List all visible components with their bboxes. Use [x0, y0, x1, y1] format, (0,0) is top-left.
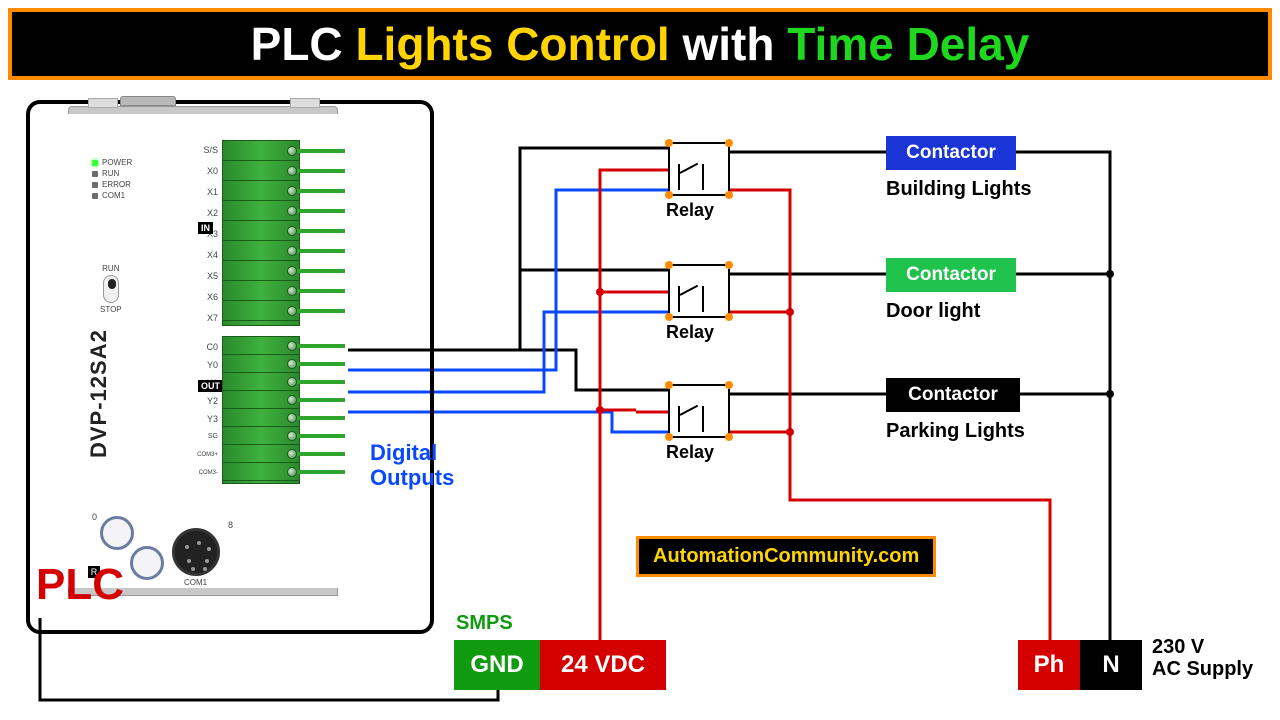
relay-2-label: Relay [666, 322, 714, 343]
port-num-8: 8 [228, 520, 233, 530]
title-part-with: with [683, 18, 788, 70]
plc-model-label: DVP-12SA2 [86, 329, 112, 458]
relay-1-label: Relay [666, 200, 714, 221]
relay-1 [668, 142, 730, 196]
vdc-box: 24 VDC [540, 640, 666, 690]
title-part-delay: Time Delay [787, 18, 1029, 70]
in-tag: IN [198, 222, 213, 234]
title-part-lights: Lights Control [355, 18, 682, 70]
contactor-parking-label: Parking Lights [886, 420, 1025, 443]
phase-box: Ph [1018, 640, 1080, 690]
plc-com1-port [172, 528, 220, 576]
input-terminal-labels: S/SX0X1X2X3X4X5X6X7 [192, 140, 218, 329]
gnd-box: GND [454, 640, 540, 690]
plc-big-label: PLC [36, 560, 124, 610]
plc-port-left [100, 516, 134, 550]
relay-3 [668, 384, 730, 438]
rail-slot [88, 98, 118, 108]
contactor-door-label: Door light [886, 300, 980, 323]
relay-3-label: Relay [666, 442, 714, 463]
contactor-door: Contactor [886, 258, 1016, 292]
out-tag: OUT [198, 380, 223, 392]
output-terminal-block [222, 336, 300, 484]
plc-port-mid [130, 546, 164, 580]
contactor-building-label: Building Lights [886, 178, 1032, 201]
plc-top-cap [120, 96, 176, 106]
led-run: RUN [102, 169, 119, 178]
smps-label: SMPS [456, 612, 513, 635]
title-text: PLC Lights Control with Time Delay [251, 17, 1030, 71]
led-power: POWER [102, 158, 132, 167]
neutral-box: N [1080, 640, 1142, 690]
switch-run-label: RUN [100, 264, 122, 273]
contactor-parking: Contactor [886, 378, 1020, 412]
digital-outputs-label: Digital Outputs [370, 440, 454, 491]
switch-stop-label: STOP [100, 305, 122, 314]
ac-supply-label: 230 V AC Supply [1152, 636, 1253, 680]
port-num-0: 0 [92, 512, 97, 522]
relay-2 [668, 264, 730, 318]
rail-slot [290, 98, 320, 108]
plc-run-stop-switch: RUN STOP [100, 264, 122, 314]
credit-banner: AutomationCommunity.com [636, 536, 936, 577]
led-com1: COM1 [102, 191, 125, 200]
output-terminal-labels: C0Y0Y1Y2Y3SGCOM3+COM3- [192, 338, 218, 482]
com1-label: COM1 [184, 578, 207, 587]
led-error: ERROR [102, 180, 131, 189]
input-terminal-block [222, 140, 300, 326]
plc-led-block: POWER RUN ERROR COM1 [92, 158, 132, 202]
title-bar: PLC Lights Control with Time Delay [8, 8, 1272, 80]
title-part-plc: PLC [251, 18, 356, 70]
contactor-building: Contactor [886, 136, 1016, 170]
